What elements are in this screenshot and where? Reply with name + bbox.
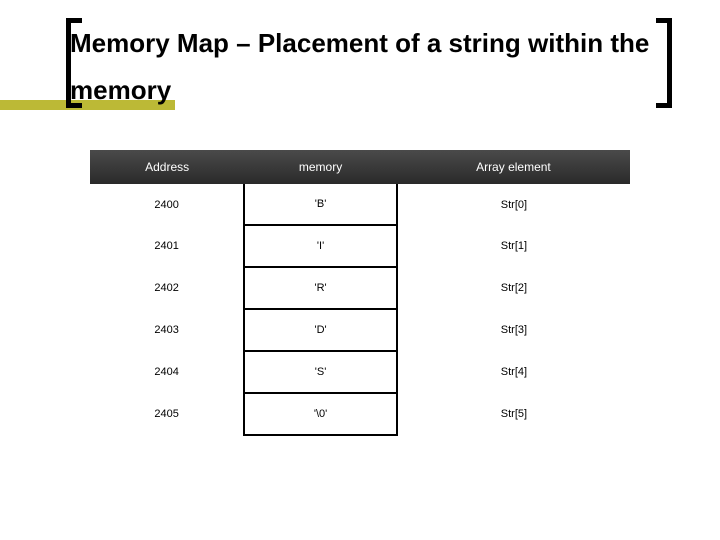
memory-map-table: Address memory Array element 2400 'B' St… <box>90 150 630 436</box>
element-cell: Str[3] <box>397 309 630 351</box>
slide-title: Memory Map – Placement of a string withi… <box>70 20 660 114</box>
address-cell: 2400 <box>90 184 244 225</box>
address-cell: 2404 <box>90 351 244 393</box>
title-container: Memory Map – Placement of a string withi… <box>70 20 660 114</box>
memory-map-table-container: Address memory Array element 2400 'B' St… <box>90 150 630 436</box>
header-address: Address <box>90 150 244 184</box>
address-cell: 2405 <box>90 393 244 435</box>
table-row: 2400 'B' Str[0] <box>90 184 630 225</box>
element-cell: Str[0] <box>397 184 630 225</box>
header-memory: memory <box>244 150 397 184</box>
table-row: 2405 '\0' Str[5] <box>90 393 630 435</box>
table-row: 2404 'S' Str[4] <box>90 351 630 393</box>
memory-cell: '\0' <box>244 393 397 435</box>
address-cell: 2402 <box>90 267 244 309</box>
element-cell: Str[4] <box>397 351 630 393</box>
address-cell: 2401 <box>90 225 244 267</box>
memory-cell: 'R' <box>244 267 397 309</box>
memory-cell: 'I' <box>244 225 397 267</box>
element-cell: Str[5] <box>397 393 630 435</box>
table-row: 2402 'R' Str[2] <box>90 267 630 309</box>
memory-cell: 'B' <box>244 184 397 225</box>
table-row: 2403 'D' Str[3] <box>90 309 630 351</box>
table-header-row: Address memory Array element <box>90 150 630 184</box>
memory-cell: 'S' <box>244 351 397 393</box>
header-element: Array element <box>397 150 630 184</box>
element-cell: Str[1] <box>397 225 630 267</box>
table-row: 2401 'I' Str[1] <box>90 225 630 267</box>
address-cell: 2403 <box>90 309 244 351</box>
memory-cell: 'D' <box>244 309 397 351</box>
element-cell: Str[2] <box>397 267 630 309</box>
